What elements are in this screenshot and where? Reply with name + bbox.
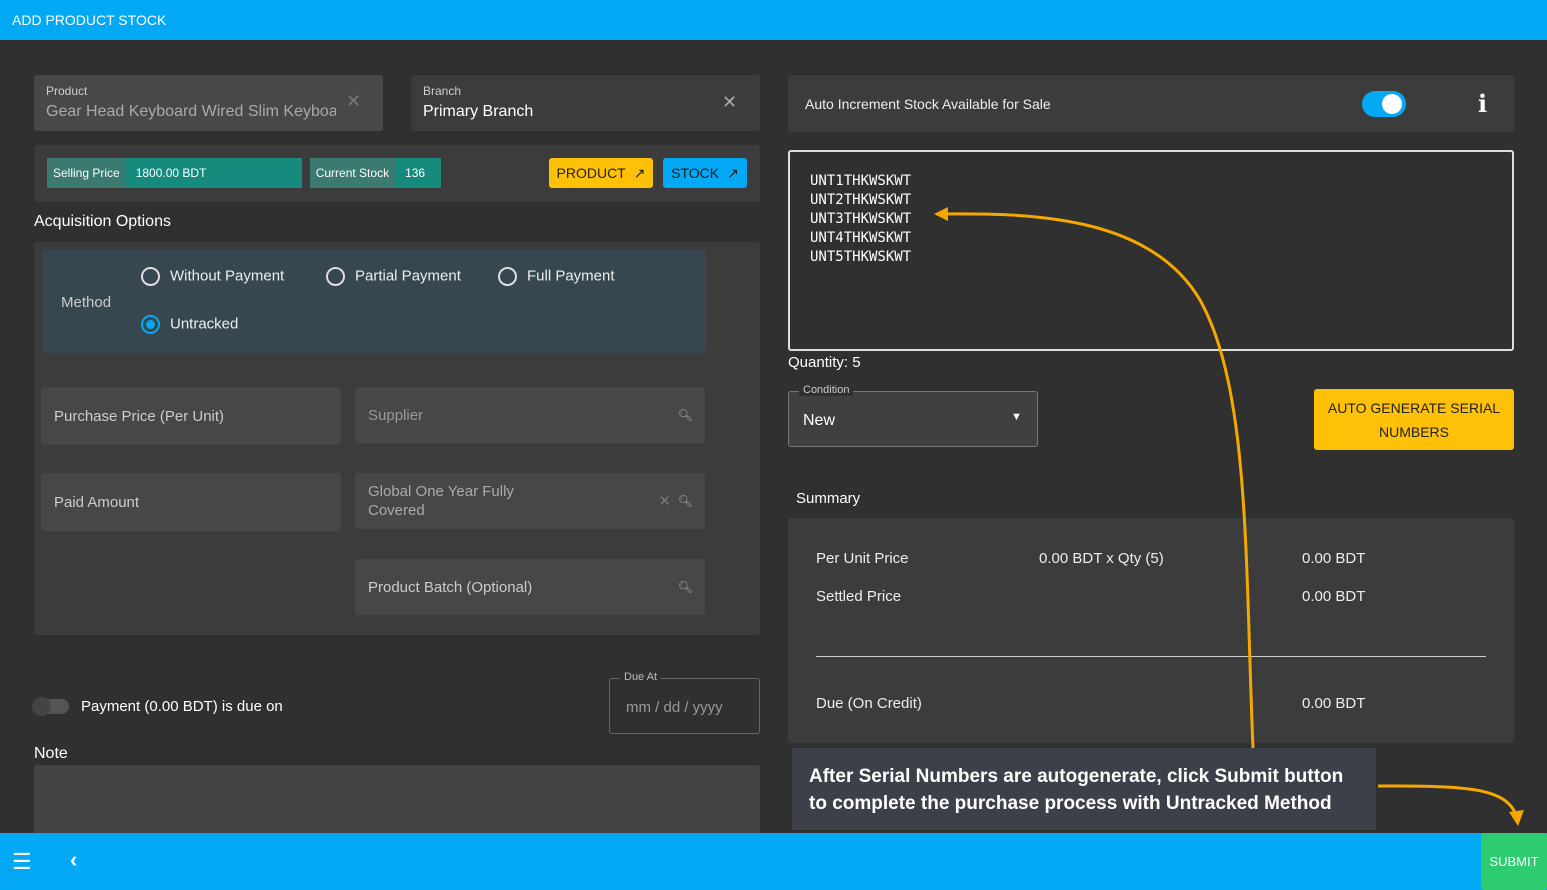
annotation-line: to complete the purchase process with Un… xyxy=(809,793,1332,814)
back-chevron-icon[interactable]: ‹ xyxy=(70,847,77,873)
footer-bar: ☰ ‹ SUBMIT xyxy=(0,833,1547,890)
submit-button[interactable]: SUBMIT xyxy=(1481,833,1547,890)
arrow-to-submit xyxy=(1377,784,1518,816)
arrowhead xyxy=(934,207,948,221)
menu-icon[interactable]: ☰ xyxy=(12,849,32,875)
arrow-to-serials xyxy=(939,212,1255,749)
annotation-line: After Serial Numbers are autogenerate, c… xyxy=(809,766,1344,787)
annotation-callout: After Serial Numbers are autogenerate, c… xyxy=(792,748,1376,830)
arrowhead xyxy=(1509,810,1524,826)
